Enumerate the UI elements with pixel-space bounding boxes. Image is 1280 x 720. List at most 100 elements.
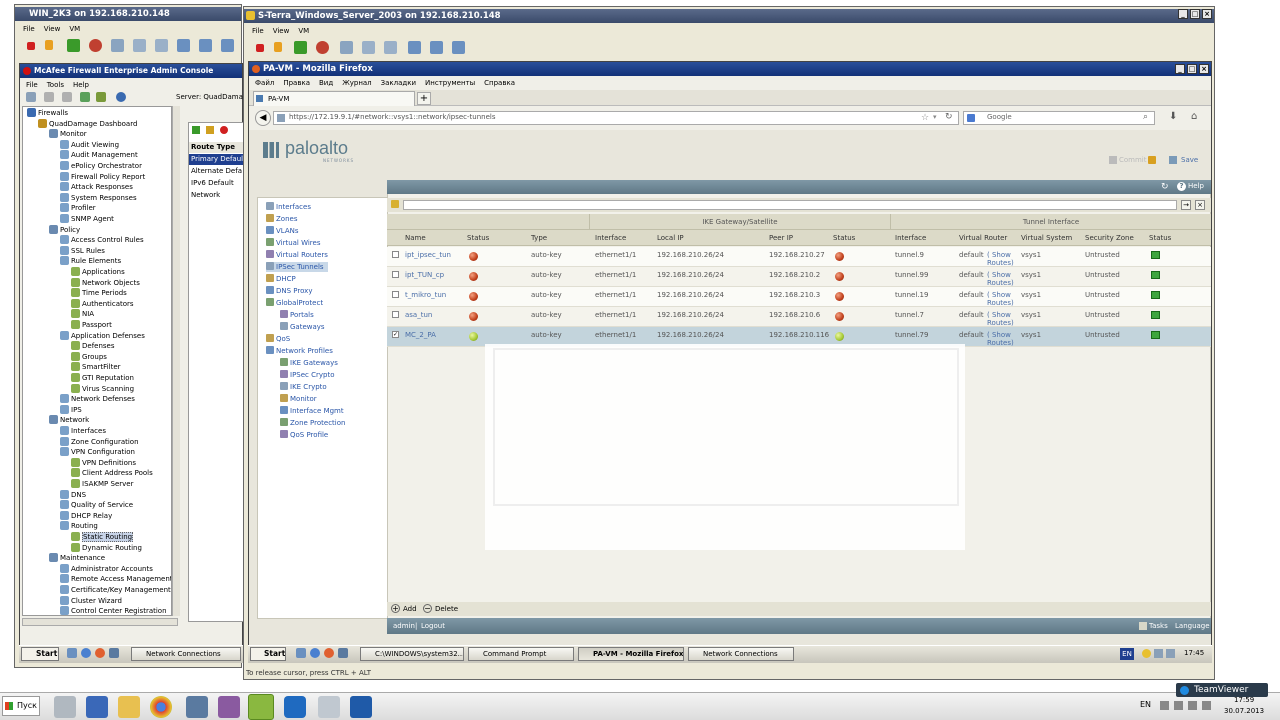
nav-item[interactable]: Zones <box>266 214 297 224</box>
taskbar-app-icon[interactable] <box>218 696 240 718</box>
tree-item[interactable]: Zone Configuration <box>60 436 139 447</box>
show-routes-link[interactable]: ( Show Routes) <box>987 331 1017 347</box>
back-button[interactable]: ◀ <box>255 110 271 126</box>
help-icon[interactable]: ? <box>1177 182 1186 191</box>
task-firefox[interactable]: PA-VM - Mozilla Firefox <box>578 647 684 661</box>
column-header[interactable]: Virtual System <box>1021 234 1072 242</box>
vm-console-icon[interactable] <box>221 39 234 52</box>
row-checkbox[interactable] <box>392 251 399 258</box>
win2k3-quicklaunch-icon[interactable] <box>109 648 119 658</box>
taskbar-chrome-icon[interactable] <box>150 696 172 718</box>
quicklaunch-icon[interactable] <box>338 648 348 658</box>
tasks-link[interactable]: Tasks <box>1149 622 1168 630</box>
tree-item[interactable]: Passport <box>71 320 112 330</box>
nav-item[interactable]: Gateways <box>280 322 325 332</box>
tree-item[interactable]: Remote Access Management <box>60 574 171 584</box>
route-row[interactable]: Primary Defaul <box>189 154 244 165</box>
firefox-close-button[interactable]: × <box>1199 64 1209 74</box>
tree-item[interactable]: SSL Rules <box>60 245 105 256</box>
guest-menu-vm[interactable]: VM <box>298 27 309 35</box>
guest-menu-file[interactable]: File <box>252 27 264 35</box>
win2k3-quicklaunch-icon[interactable] <box>67 648 77 658</box>
mcafee-undo-icon[interactable] <box>62 92 72 102</box>
vm-fullscreen-icon[interactable] <box>408 41 421 54</box>
tree-item[interactable]: Network Objects <box>71 277 140 288</box>
nav-item[interactable]: Zone Protection <box>280 418 345 428</box>
guest-minimize-button[interactable]: _ <box>1178 9 1188 19</box>
add-icon[interactable]: + <box>391 604 400 613</box>
vm-fullscreen-icon[interactable] <box>177 39 190 52</box>
tree-item[interactable]: Firewalls <box>27 108 68 118</box>
tree-item[interactable]: Access Control Rules <box>60 235 144 245</box>
vm-unity-icon[interactable] <box>430 41 443 54</box>
firefox-menu-item[interactable]: Журнал <box>342 79 371 87</box>
route-edit-icon[interactable] <box>206 126 214 134</box>
nav-item[interactable]: Network Profiles <box>266 346 333 356</box>
tree-item[interactable]: Attack Responses <box>60 182 133 192</box>
host-tray-icon[interactable] <box>1188 701 1197 710</box>
vm-play-icon[interactable] <box>294 41 307 54</box>
tree-item[interactable]: SmartFilter <box>71 362 121 372</box>
taskbar-teamviewer-icon[interactable] <box>284 696 306 718</box>
help-link[interactable]: Help <box>1188 182 1204 190</box>
taskbar-app-icon[interactable] <box>186 696 208 718</box>
save-button[interactable]: Save <box>1181 156 1198 164</box>
task-network-connections[interactable]: Network Connections <box>688 647 794 661</box>
mcafee-back-icon[interactable] <box>26 92 36 102</box>
nav-item[interactable]: IPSec Crypto <box>280 370 335 380</box>
firefox-menu-item[interactable]: Вид <box>319 79 333 87</box>
taskbar-vmware-icon[interactable] <box>248 694 274 720</box>
guest-lang-indicator[interactable]: EN <box>1120 648 1134 660</box>
host-tray-icon[interactable] <box>1174 701 1183 710</box>
tree-item[interactable]: ISAKMP Server <box>71 479 133 489</box>
task-command-prompt[interactable]: Command Prompt <box>468 647 574 661</box>
win2k3-quicklaunch-icon[interactable] <box>81 648 91 658</box>
mcafee-tree-hscrollbar[interactable] <box>22 618 178 626</box>
bookmark-star-icon[interactable]: ☆ <box>921 113 929 123</box>
commit-button[interactable]: Commit <box>1119 156 1147 164</box>
column-header[interactable]: Peer IP <box>769 234 793 242</box>
taskbar-app-icon[interactable] <box>350 696 372 718</box>
guest-menu-view[interactable]: View <box>273 27 290 35</box>
tray-icon[interactable] <box>1154 649 1163 658</box>
row-checkbox[interactable]: ✓ <box>392 331 399 338</box>
tree-item[interactable]: DHCP Relay <box>60 510 112 521</box>
tree-item[interactable]: Cluster Wizard <box>60 595 122 606</box>
nav-item[interactable]: QoS <box>266 334 290 344</box>
search-engine-icon[interactable] <box>967 114 975 122</box>
delete-button[interactable]: Delete <box>435 605 458 613</box>
host-menu-vm[interactable]: VM <box>69 25 80 33</box>
dropmarker-icon[interactable]: ▾ <box>933 113 937 121</box>
row-checkbox[interactable] <box>392 311 399 318</box>
show-routes-link[interactable]: ( Show Routes) <box>987 291 1017 307</box>
firefox-maximize-button[interactable]: □ <box>1187 64 1197 74</box>
tray-icon[interactable] <box>1142 649 1151 658</box>
nav-item[interactable]: Portals <box>280 310 314 320</box>
mcafee-save-icon[interactable] <box>44 92 54 102</box>
add-button[interactable]: Add <box>403 605 417 613</box>
tree-item[interactable]: Network Defenses <box>60 394 135 404</box>
tree-item[interactable]: GTI Reputation <box>71 373 134 383</box>
quicklaunch-icon[interactable] <box>310 648 320 658</box>
column-header[interactable]: Virtual Router <box>959 234 1007 242</box>
nav-item[interactable]: Virtual Routers <box>266 250 328 260</box>
tree-item[interactable]: Time Periods <box>71 288 127 298</box>
refresh-icon[interactable]: ↻ <box>1161 182 1169 192</box>
mcafee-menu-tools[interactable]: Tools <box>47 81 64 89</box>
filter-input[interactable] <box>403 200 1177 210</box>
vm-pause-icon[interactable] <box>274 42 282 52</box>
tree-item[interactable]: Rule Elements <box>60 256 121 266</box>
guest-close-button[interactable]: × <box>1202 9 1212 19</box>
vm-reset-icon[interactable] <box>89 39 102 52</box>
vm-stop-icon[interactable] <box>27 42 35 50</box>
tree-item[interactable]: Quality of Service <box>60 500 133 510</box>
host-menu-view[interactable]: View <box>44 25 61 33</box>
vm-snapshot-icon[interactable] <box>340 41 353 54</box>
vm-reset-icon[interactable] <box>316 41 329 54</box>
delete-icon[interactable]: − <box>423 604 432 613</box>
tree-item[interactable]: Firewall Policy Report <box>60 171 145 182</box>
nav-item[interactable]: IPSec Tunnels <box>266 262 328 272</box>
column-header[interactable]: Name <box>405 234 426 242</box>
column-header[interactable]: Interface <box>895 234 926 242</box>
row-checkbox[interactable] <box>392 271 399 278</box>
